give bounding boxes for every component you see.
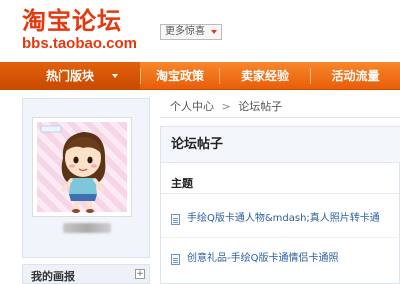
nav-item-label: 活动流量	[331, 69, 380, 83]
document-icon	[171, 254, 180, 265]
list-item[interactable]: 手绘Q版卡通人物&mdash;真人照片转卡通	[171, 211, 399, 227]
nav-item-label: 热门版块	[45, 69, 94, 83]
nav-item-policy[interactable]: 淘宝政策	[141, 62, 219, 90]
forum-posts-panel: 论坛帖子 主题 手绘Q版卡通人物&mdash;真人照片转卡通 创意礼品-手绘Q版…	[160, 126, 400, 284]
nav-item-activity-traffic[interactable]: 活动流量	[311, 62, 400, 90]
logo-url[interactable]: bbs.taobao.com	[22, 35, 137, 53]
more-fun-label: 更多惊喜	[165, 26, 205, 37]
column-header-topic: 主题	[171, 177, 193, 190]
panel-title: 论坛帖子	[161, 127, 400, 163]
site-logo[interactable]: 淘宝论坛 bbs.taobao.com	[22, 8, 137, 53]
site-header: 淘宝论坛 bbs.taobao.com 更多惊喜	[0, 0, 400, 62]
post-title-link[interactable]: 创意礼品-手绘Q版卡通情侣卡通照	[187, 251, 338, 267]
chevron-down-icon	[211, 30, 217, 34]
my-pictorial-section: 我的画报 +	[22, 264, 150, 284]
my-pictorial-label: 我的画报	[31, 270, 75, 283]
avatar[interactable]	[32, 117, 132, 217]
logo-title[interactable]: 淘宝论坛	[22, 8, 137, 34]
profile-sidebar	[22, 98, 150, 258]
divider	[161, 237, 400, 238]
nav-item-label: 卖家经验	[240, 69, 289, 83]
nav-item-seller-experience[interactable]: 卖家经验	[220, 62, 310, 90]
plus-icon[interactable]: +	[135, 269, 145, 279]
main-nav: 热门版块 淘宝政策 卖家经验 活动流量	[0, 62, 400, 90]
breadcrumb-separator: >	[221, 100, 231, 113]
breadcrumb: 个人中心 > 论坛帖子	[160, 96, 400, 118]
username-blurred	[63, 223, 111, 233]
breadcrumb-parent-link[interactable]: 个人中心	[170, 100, 214, 113]
list-item[interactable]: 创意礼品-手绘Q版卡通情侣卡通照	[171, 251, 399, 267]
cartoon-girl-avatar-icon	[40, 125, 106, 213]
more-fun-dropdown[interactable]: 更多惊喜	[160, 24, 222, 40]
nav-item-label: 淘宝政策	[155, 69, 204, 83]
chevron-down-icon	[112, 74, 118, 78]
breadcrumb-current: 论坛帖子	[238, 100, 283, 113]
nav-item-hot-boards[interactable]: 热门版块	[0, 62, 140, 90]
document-icon	[171, 214, 180, 225]
post-title-link[interactable]: 手绘Q版卡通人物&mdash;真人照片转卡通	[187, 211, 380, 227]
divider	[161, 193, 400, 194]
